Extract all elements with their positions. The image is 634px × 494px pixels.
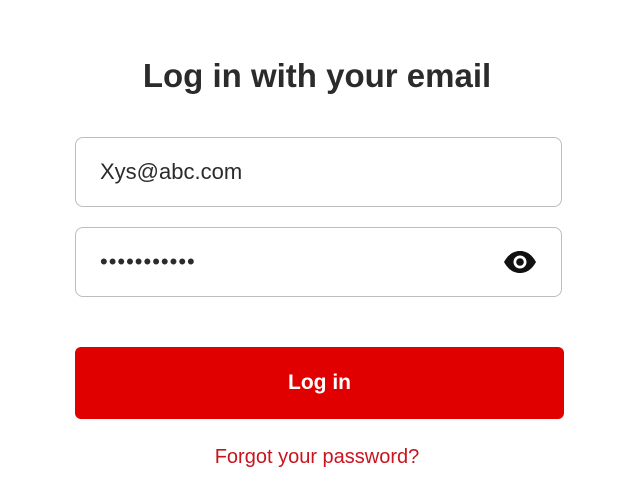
login-button[interactable]: Log in (75, 347, 564, 419)
email-field-container (75, 137, 562, 207)
email-input[interactable] (100, 138, 540, 206)
password-field-container (75, 227, 562, 297)
login-page: Log in with your email Log in Forgot you… (0, 0, 634, 494)
password-input[interactable] (100, 228, 480, 296)
forgot-password-link[interactable]: Forgot your password? (0, 444, 634, 470)
eye-icon[interactable] (503, 248, 537, 276)
page-title: Log in with your email (142, 57, 492, 94)
